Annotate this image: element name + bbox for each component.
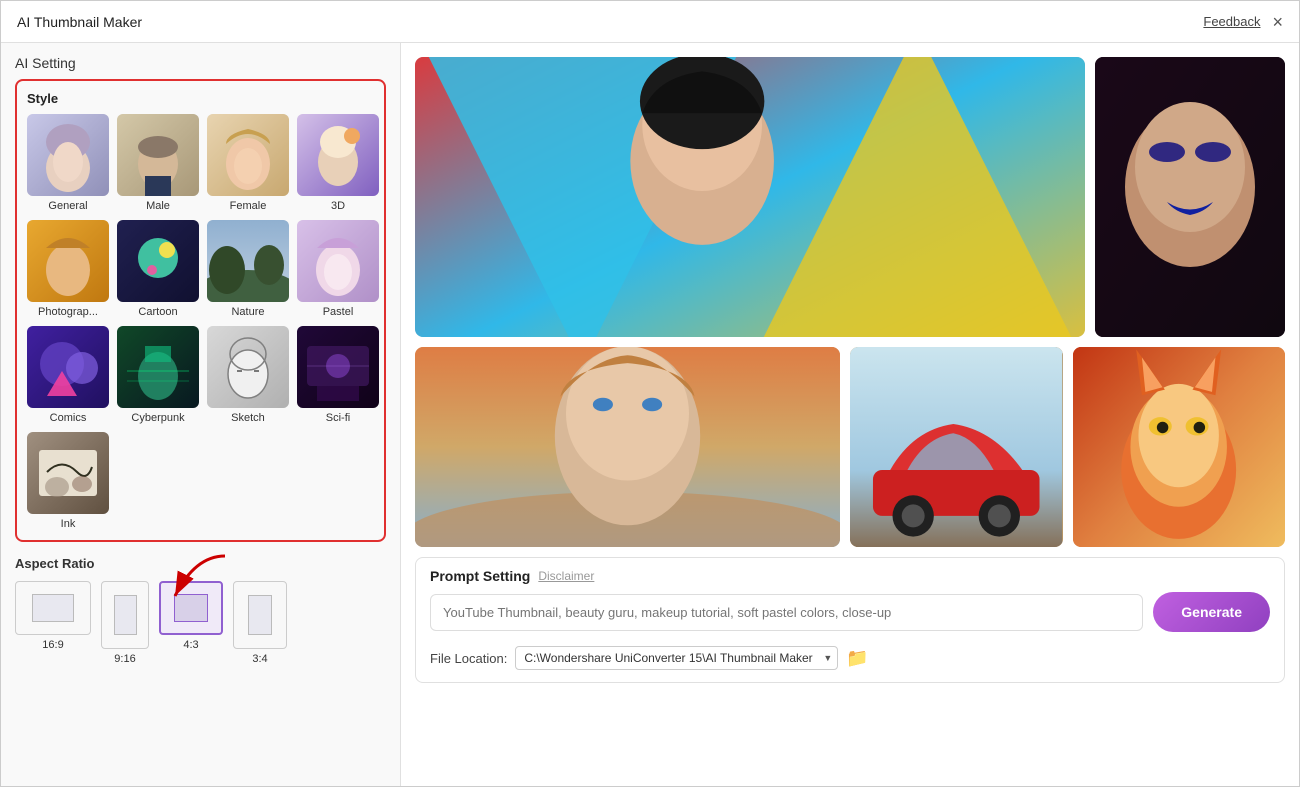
gallery-bottom-image-1[interactable] — [415, 347, 840, 547]
style-item-nature[interactable]: Nature — [207, 220, 289, 318]
style-item-photography[interactable]: Photograp... — [27, 220, 109, 318]
style-label-general: General — [48, 200, 87, 212]
title-bar: AI Thumbnail Maker Feedback × — [1, 1, 1299, 43]
style-item-pastel[interactable]: Pastel — [297, 220, 379, 318]
gallery-side-image[interactable] — [1095, 57, 1285, 337]
prompt-row: Generate — [430, 592, 1270, 632]
left-panel: AI Setting Style — [1, 43, 401, 786]
ai-setting-title: AI Setting — [15, 55, 386, 71]
window-title: AI Thumbnail Maker — [17, 14, 142, 30]
style-thumb-cartoon — [117, 220, 199, 302]
style-label-cyberpunk: Cyberpunk — [131, 412, 184, 424]
style-thumb-sketch — [207, 326, 289, 408]
style-item-cyberpunk[interactable]: Cyberpunk — [117, 326, 199, 424]
close-button[interactable]: × — [1272, 13, 1283, 31]
style-item-male[interactable]: Male — [117, 114, 199, 212]
style-thumb-scifi — [297, 326, 379, 408]
aspect-item-16-9[interactable]: 16:9 — [15, 581, 91, 665]
file-location-row: File Location: C:\Wondershare UniConvert… — [430, 640, 1270, 672]
style-item-ink[interactable]: Ink — [27, 432, 109, 530]
style-label-scifi: Sci-fi — [326, 412, 350, 424]
prompt-title: Prompt Setting — [430, 568, 530, 584]
aspect-item-4-3[interactable]: 4:3 — [159, 581, 223, 665]
aspect-item-9-16[interactable]: 9:16 — [101, 581, 149, 665]
style-section: Style General — [15, 79, 386, 542]
style-item-scifi[interactable]: Sci-fi — [297, 326, 379, 424]
style-thumb-female — [207, 114, 289, 196]
aspect-ratio-section: Aspect Ratio — [15, 556, 386, 665]
aspect-item-3-4[interactable]: 3:4 — [233, 581, 287, 665]
prompt-section: Prompt Setting Disclaimer Generate File … — [415, 557, 1285, 683]
folder-open-button[interactable]: 📁 — [846, 648, 868, 669]
style-label-sketch: Sketch — [231, 412, 265, 424]
aspect-label-3-4: 3:4 — [252, 653, 267, 665]
prompt-header: Prompt Setting Disclaimer — [430, 568, 1270, 584]
style-item-cartoon[interactable]: Cartoon — [117, 220, 199, 318]
style-item-general[interactable]: General — [27, 114, 109, 212]
aspect-label-9-16: 9:16 — [114, 653, 135, 665]
style-section-title: Style — [27, 91, 374, 106]
style-thumb-3d — [297, 114, 379, 196]
gallery-bottom-image-3[interactable] — [1073, 347, 1286, 547]
right-panel: Prompt Setting Disclaimer Generate File … — [401, 43, 1299, 786]
style-label-male: Male — [146, 200, 170, 212]
aspect-label-4-3: 4:3 — [183, 639, 198, 651]
aspect-ratio-title: Aspect Ratio — [15, 556, 386, 571]
title-bar-actions: Feedback × — [1203, 13, 1283, 31]
feedback-link[interactable]: Feedback — [1203, 14, 1260, 29]
disclaimer-link[interactable]: Disclaimer — [538, 569, 594, 583]
main-window: AI Thumbnail Maker Feedback × AI Setting… — [0, 0, 1300, 787]
style-thumb-male — [117, 114, 199, 196]
style-label-photography: Photograp... — [38, 306, 98, 318]
generate-button[interactable]: Generate — [1153, 592, 1270, 632]
style-label-cartoon: Cartoon — [138, 306, 177, 318]
style-thumb-comics — [27, 326, 109, 408]
style-thumb-nature — [207, 220, 289, 302]
gallery-main-image[interactable] — [415, 57, 1085, 337]
main-content: AI Setting Style — [1, 43, 1299, 786]
style-thumb-pastel — [297, 220, 379, 302]
file-location-dropdown[interactable]: C:\Wondershare UniConverter 15\AI Thumbn… — [515, 646, 838, 670]
aspect-label-16-9: 16:9 — [42, 639, 63, 651]
style-label-3d: 3D — [331, 200, 345, 212]
file-location-label: File Location: — [430, 651, 507, 666]
style-item-sketch[interactable]: Sketch — [207, 326, 289, 424]
style-thumb-photography — [27, 220, 109, 302]
style-thumb-cyberpunk — [117, 326, 199, 408]
aspect-box-3-4 — [233, 581, 287, 649]
gallery-bottom-row — [415, 347, 1285, 547]
style-thumb-ink — [27, 432, 109, 514]
style-grid: General Male — [27, 114, 374, 530]
style-label-female: Female — [230, 200, 267, 212]
style-label-comics: Comics — [50, 412, 87, 424]
aspect-box-4-3 — [159, 581, 223, 635]
aspect-box-9-16 — [101, 581, 149, 649]
style-label-ink: Ink — [61, 518, 76, 530]
style-label-nature: Nature — [231, 306, 264, 318]
file-location-select-wrap: C:\Wondershare UniConverter 15\AI Thumbn… — [515, 646, 838, 670]
style-label-pastel: Pastel — [323, 306, 354, 318]
style-item-female[interactable]: Female — [207, 114, 289, 212]
gallery-top-row — [415, 57, 1285, 337]
style-thumb-general — [27, 114, 109, 196]
gallery-bottom-image-2[interactable] — [850, 347, 1063, 547]
style-item-3d[interactable]: 3D — [297, 114, 379, 212]
prompt-input[interactable] — [430, 594, 1143, 631]
style-item-comics[interactable]: Comics — [27, 326, 109, 424]
aspect-box-16-9 — [15, 581, 91, 635]
aspect-grid: 16:9 9:16 4:3 — [15, 581, 386, 665]
